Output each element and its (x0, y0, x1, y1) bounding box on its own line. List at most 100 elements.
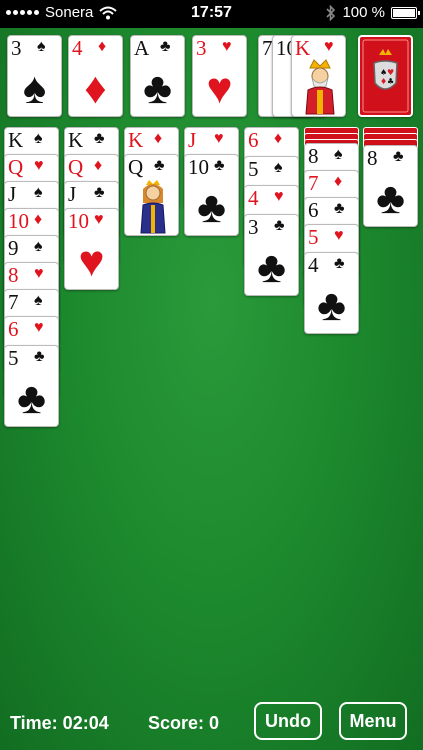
club-icon: ♣ (334, 255, 345, 272)
card-rank: 4 (248, 186, 259, 210)
card-rank: 8 (8, 263, 19, 287)
club-icon: ♣ (143, 64, 172, 113)
heart-icon: ♥ (206, 64, 233, 113)
undo-button[interactable]: Undo (254, 702, 322, 740)
heart-icon: ♥ (324, 38, 334, 55)
spade-icon: ♠ (274, 159, 283, 176)
spade-icon: ♠ (34, 130, 43, 147)
card-rank: 10 (8, 209, 29, 233)
spade-icon: ♠ (37, 38, 46, 55)
club-icon: ♣ (257, 243, 286, 292)
spade-icon: ♠ (34, 184, 43, 201)
spade-icon: ♠ (34, 238, 43, 255)
card-rank: Q (8, 155, 24, 179)
time-display: Time: 02:04 (10, 713, 109, 733)
heart-icon: ♥ (334, 227, 344, 244)
foundation-pile-2[interactable]: 4 ♦ ♦ (68, 35, 123, 117)
bottom-bar: Time: 02:04 Score: 0 Undo Menu (0, 698, 423, 750)
diamond-icon: ♦ (274, 130, 283, 147)
heart-icon: ♥ (34, 157, 44, 174)
club-icon: ♣ (34, 348, 45, 365)
diamond-icon: ♦ (154, 130, 163, 147)
card-rank: Q (128, 155, 144, 179)
diamond-icon: ♦ (84, 64, 107, 113)
diamond-icon: ♦ (34, 211, 43, 228)
card-rank: 6 (8, 317, 19, 341)
menu-button[interactable]: Menu (339, 702, 407, 740)
tableau-card[interactable]: 4 ♣ ♣ (304, 252, 359, 334)
tableau-card[interactable]: 5 ♣ ♣ (4, 345, 59, 427)
foundation-pile-1[interactable]: 3 ♠ ♠ (7, 35, 62, 117)
tableau-card[interactable]: 10 ♣ ♣ (184, 154, 239, 236)
card-rank: 6 (308, 198, 319, 222)
card-rank: 3 (248, 215, 259, 239)
tableau-card[interactable]: Q ♣ (124, 154, 179, 236)
club-icon: ♣ (94, 184, 105, 201)
heart-icon: ♥ (34, 265, 44, 282)
card-rank: Q (68, 155, 84, 179)
stock-pile[interactable]: ♠ ♥ ♦ ♣ (358, 35, 413, 117)
card-rank: 9 (8, 236, 19, 260)
club-icon: ♣ (334, 200, 345, 217)
card-rank: K (68, 128, 84, 152)
heart-icon: ♥ (94, 211, 104, 228)
score-display: Score: 0 (148, 713, 220, 733)
card-rank: 3 (196, 36, 207, 60)
battery-icon (391, 6, 420, 19)
club-icon: ♣ (274, 217, 285, 234)
tableau-card[interactable]: 8 ♣ ♣ (363, 145, 418, 227)
diamond-icon: ♦ (98, 38, 107, 55)
club-icon: ♣ (197, 183, 226, 232)
club-icon: ♣ (317, 281, 346, 330)
foundation-pile-4[interactable]: 3 ♥ ♥ (192, 35, 247, 117)
club-icon: ♣ (393, 148, 404, 165)
card-rank: 7 (308, 171, 319, 195)
foundation-pile-3[interactable]: A ♣ ♣ (130, 35, 185, 117)
club-icon: ♣ (160, 38, 171, 55)
card-rank: A (134, 36, 150, 60)
club-icon: ♣ (94, 130, 105, 147)
card-rank: 8 (367, 146, 378, 170)
diamond-icon: ♦ (94, 157, 103, 174)
club-icon: ♣ (154, 157, 165, 174)
club-icon: ♣ (17, 374, 46, 423)
spade-icon: ♠ (22, 64, 47, 113)
heart-icon: ♥ (222, 38, 232, 55)
card-rank: 3 (11, 36, 22, 60)
card-rank: 7 (262, 36, 273, 60)
tableau-card[interactable]: 10 ♥ ♥ (64, 208, 119, 290)
club-icon: ♣ (214, 157, 225, 174)
card-rank: 10 (188, 155, 209, 179)
card-rank: K (8, 128, 24, 152)
card-rank: J (188, 128, 197, 152)
card-rank: 5 (248, 157, 259, 181)
diamond-icon: ♦ (334, 173, 343, 190)
spade-icon: ♠ (34, 292, 43, 309)
card-rank: J (68, 182, 77, 206)
heart-icon: ♥ (34, 319, 44, 336)
card-rank: 7 (8, 290, 19, 314)
bluetooth-icon (326, 4, 336, 21)
king-portrait-icon (305, 59, 335, 115)
card-rank: 4 (72, 36, 83, 60)
card-rank: K (128, 128, 144, 152)
card-rank: 5 (308, 225, 319, 249)
heart-icon: ♥ (274, 188, 284, 205)
card-rank: J (8, 182, 17, 206)
status-bar: Sonera 17:57 100 % (0, 0, 423, 28)
spade-icon: ♠ (334, 146, 343, 163)
card-rank: 4 (308, 253, 319, 277)
card-rank: K (295, 36, 311, 60)
club-icon: ♣ (376, 174, 405, 223)
tableau-card[interactable]: 3 ♣ ♣ (244, 214, 299, 296)
svg-text:♥: ♥ (387, 68, 394, 77)
card-rank: 10 (68, 209, 89, 233)
waste-top-card[interactable]: K ♥ (291, 35, 346, 117)
heart-icon: ♥ (78, 237, 105, 286)
card-rank: 8 (308, 144, 319, 168)
svg-text:♣: ♣ (387, 77, 394, 86)
heart-icon: ♥ (214, 130, 224, 147)
card-rank: 5 (8, 346, 19, 370)
queen-portrait-icon (140, 180, 166, 234)
card-rank: 6 (248, 128, 259, 152)
